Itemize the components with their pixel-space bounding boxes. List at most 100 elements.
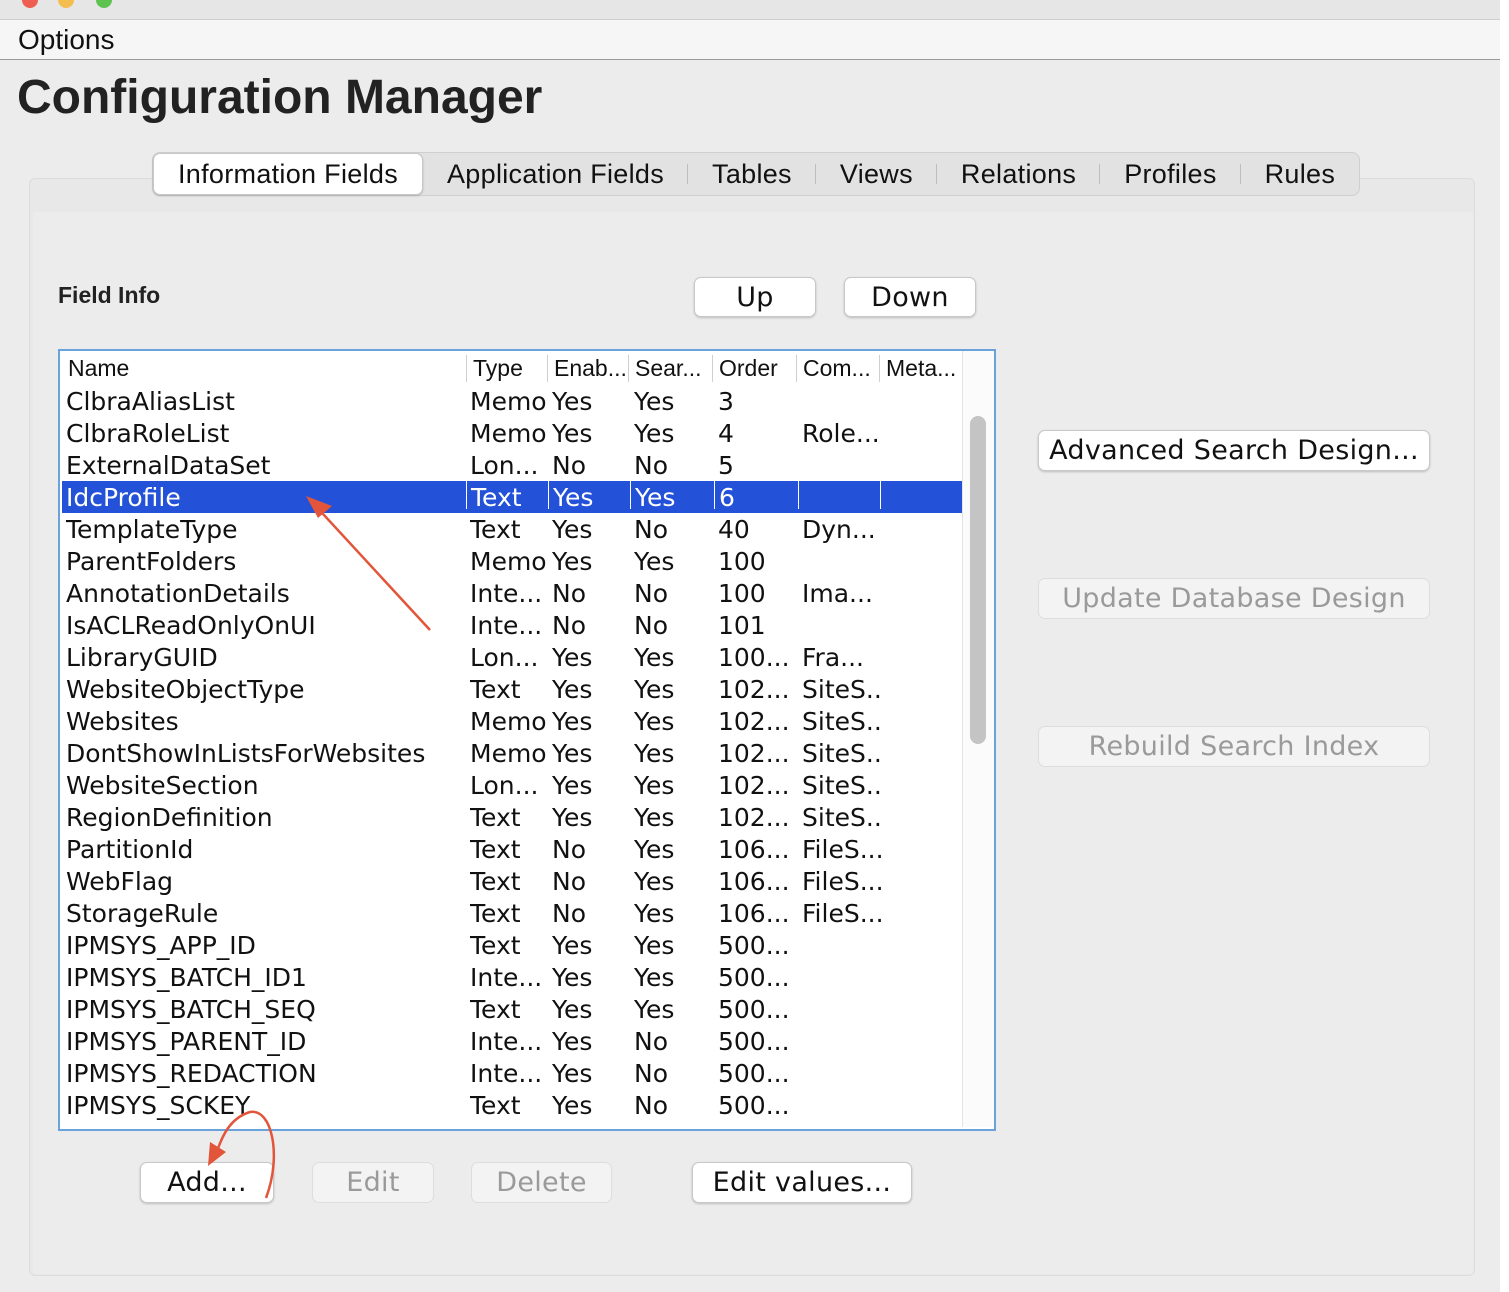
cell-component: Fra... [802, 643, 864, 672]
table-scrollbar-thumb[interactable] [970, 416, 986, 744]
field-table[interactable]: Name Type Enab... Sear... Order Com... M… [58, 349, 996, 1131]
table-row[interactable]: AnnotationDetails Inte... No No 100 Ima... [62, 577, 962, 609]
rebuild-search-index-button[interactable]: Rebuild Search Index [1038, 726, 1430, 767]
table-row[interactable]: IsACLReadOnlyOnUI Inte... No No 101 [62, 609, 962, 641]
tab-relations[interactable]: Relations [937, 153, 1101, 195]
table-row[interactable]: IPMSYS_BATCH_SEQ Text Yes Yes 500... [62, 993, 962, 1025]
delete-button[interactable]: Delete [471, 1162, 612, 1203]
cell-component: Dyn... [802, 515, 876, 544]
page-title: Configuration Manager [17, 71, 543, 124]
cell-order: 100 [718, 547, 766, 576]
table-row[interactable]: IPMSYS_REDACTION Inte... Yes No 500... [62, 1057, 962, 1089]
cell-type: Text [470, 1091, 521, 1120]
cell-order: 106... [718, 835, 790, 864]
table-row[interactable]: WebsiteObjectType Text Yes Yes 102... SiteS..… [62, 673, 962, 705]
tab-tables[interactable]: Tables [688, 153, 816, 195]
edit-values-button[interactable]: Edit values... [692, 1162, 912, 1203]
table-row[interactable]: ParentFolders Memo Yes Yes 100 [62, 545, 962, 577]
cell-type: Inte... [470, 579, 543, 608]
table-row[interactable]: StorageRule Text No Yes 106... FileS... [62, 897, 962, 929]
cell-order: 500... [718, 963, 790, 992]
cell-name: ExternalDataSet [66, 451, 271, 480]
cell-order: 3 [718, 387, 734, 416]
cell-order: 100 [718, 579, 766, 608]
cell-order: 100... [718, 643, 790, 672]
zoom-window-icon[interactable] [96, 0, 112, 8]
close-window-icon[interactable] [22, 0, 38, 8]
advanced-search-design-button[interactable]: Advanced Search Design... [1038, 430, 1430, 471]
tab-rules[interactable]: Rules [1241, 153, 1360, 195]
cell-searchable: Yes [634, 643, 675, 672]
cell-name: StorageRule [66, 899, 219, 928]
cell-type: Memo [470, 739, 547, 768]
table-row[interactable]: IdcProfile Text Yes Yes 6 [62, 481, 962, 513]
cell-enabled: Yes [552, 803, 593, 832]
tab-profiles[interactable]: Profiles [1100, 153, 1242, 195]
table-row[interactable]: IPMSYS_PARENT_ID Inte... Yes No 500... [62, 1025, 962, 1057]
cell-enabled: Yes [548, 481, 628, 509]
table-row[interactable]: WebsiteSection Lon... Yes Yes 102... SiteS... [62, 769, 962, 801]
tab-information-fields[interactable]: Information Fields [153, 153, 423, 195]
cell-searchable: Yes [634, 963, 675, 992]
minimize-window-icon[interactable] [58, 0, 74, 8]
table-row[interactable]: RegionDefinition Text Yes Yes 102... SiteS... [62, 801, 962, 833]
cell-name: AnnotationDetails [66, 579, 290, 608]
table-row[interactable]: PartitionId Text No Yes 106... FileS... [62, 833, 962, 865]
cell-searchable: No [634, 451, 668, 480]
column-header-type[interactable]: Type [466, 355, 546, 382]
table-row[interactable]: Websites Memo Yes Yes 102... SiteS... [62, 705, 962, 737]
column-header-order[interactable]: Order [712, 355, 795, 382]
cell-type: Inte... [470, 1059, 543, 1088]
cell-type: Text [470, 835, 521, 864]
cell-order: 102... [718, 803, 790, 832]
menu-options[interactable]: Options [18, 24, 115, 56]
cell-order: 500... [718, 1091, 790, 1120]
table-row[interactable]: DontShowInListsForWebsites Memo Yes Yes 102.… [62, 737, 962, 769]
cell-component: SiteS... [802, 675, 882, 704]
table-row[interactable]: IPMSYS_SCKEY Text Yes No 500... [62, 1089, 962, 1121]
tab-application-fields[interactable]: Application Fields [423, 153, 689, 195]
cell-enabled: Yes [552, 515, 593, 544]
cell-searchable: No [634, 1091, 668, 1120]
table-body: ClbraAliasList Memo Yes Yes 3 ClbraRoleList Me… [62, 385, 962, 1121]
update-database-design-button[interactable]: Update Database Design [1038, 578, 1430, 619]
cell-name: LibraryGUID [66, 643, 218, 672]
cell-type: Text [470, 995, 521, 1024]
table-row[interactable]: LibraryGUID Lon... Yes Yes 100... Fra... [62, 641, 962, 673]
up-button[interactable]: Up [694, 277, 816, 317]
table-row[interactable]: ClbraAliasList Memo Yes Yes 3 [62, 385, 962, 417]
tab-views[interactable]: Views [816, 153, 937, 195]
cell-searchable: Yes [634, 419, 675, 448]
cell-name: Websites [66, 707, 179, 736]
add-button[interactable]: Add... [140, 1162, 274, 1203]
column-header-enabled[interactable]: Enab... [547, 355, 627, 382]
cell-enabled: Yes [552, 547, 593, 576]
table-row[interactable]: ExternalDataSet Lon... No No 5 [62, 449, 962, 481]
column-header-name[interactable]: Name [62, 355, 464, 382]
cell-searchable: No [634, 579, 668, 608]
cell-type: Text [470, 867, 521, 896]
cell-enabled: Yes [552, 1027, 593, 1056]
edit-button[interactable]: Edit [312, 1162, 434, 1203]
column-header-metadata[interactable]: Meta... [879, 355, 962, 382]
column-header-searchable[interactable]: Sear... [628, 355, 711, 382]
table-row[interactable]: IPMSYS_BATCH_ID1 Inte... Yes Yes 500... [62, 961, 962, 993]
cell-type: Memo [470, 387, 547, 416]
cell-type: Memo [470, 547, 547, 576]
table-header: Name Type Enab... Sear... Order Com... M… [62, 353, 962, 383]
cell-order: 5 [718, 451, 734, 480]
table-row[interactable]: TemplateType Text Yes No 40 Dyn... [62, 513, 962, 545]
menubar: Options [0, 20, 1509, 60]
cell-searchable: Yes [634, 867, 675, 896]
cell-enabled: Yes [552, 963, 593, 992]
down-button[interactable]: Down [844, 277, 976, 317]
tab-bar: Information Fields Application Fields Ta… [152, 152, 1361, 196]
table-row[interactable]: WebFlag Text No Yes 106... FileS... [62, 865, 962, 897]
table-row[interactable]: IPMSYS_APP_ID Text Yes Yes 500... [62, 929, 962, 961]
cell-searchable: Yes [634, 707, 675, 736]
cell-enabled: Yes [552, 387, 593, 416]
cell-enabled: Yes [552, 707, 593, 736]
table-row[interactable]: ClbraRoleList Memo Yes Yes 4 Role... [62, 417, 962, 449]
cell-enabled: Yes [552, 643, 593, 672]
column-header-component[interactable]: Com... [796, 355, 878, 382]
